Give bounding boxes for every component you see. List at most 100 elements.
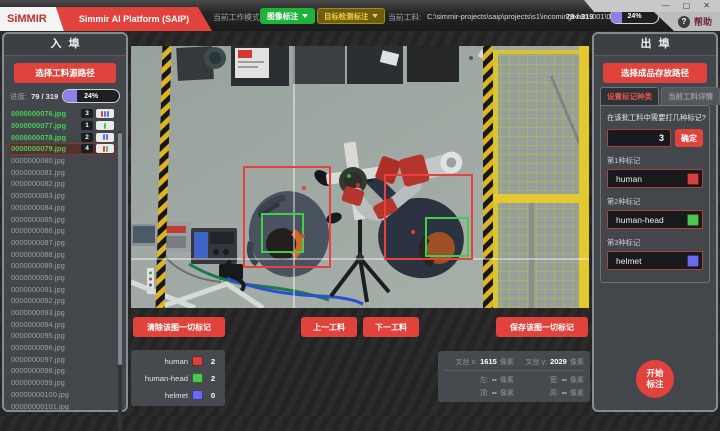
file-name: 00000000101.jpg — [11, 402, 114, 410]
image-canvas[interactable] — [131, 46, 589, 308]
file-list-item[interactable]: 0000000099.jpg — [9, 377, 116, 389]
file-name: 0000000093.jpg — [11, 308, 114, 317]
file-name: 0000000087.jpg — [11, 238, 114, 247]
maximize-button[interactable]: ▢ — [683, 0, 691, 12]
file-list-item[interactable]: 00000000100.jpg — [9, 389, 116, 401]
mark-count-input[interactable] — [607, 129, 671, 147]
file-list-item[interactable]: 0000000087.jpg — [9, 237, 116, 249]
file-list-item[interactable]: 0000000097.jpg — [9, 353, 116, 365]
mark-name-input[interactable] — [614, 214, 684, 226]
mark-type-item: 第3种标记 — [607, 238, 703, 270]
minimize-button[interactable]: — — [662, 0, 670, 12]
file-list-item[interactable]: 0000000080.jpg — [9, 155, 116, 167]
file-list-item[interactable]: 00000000101.jpg — [9, 400, 116, 410]
annotation-color-indicator — [96, 144, 114, 153]
file-list-item[interactable]: 0000000095.jpg — [9, 330, 116, 342]
confirm-button[interactable]: 确定 — [675, 129, 703, 147]
coordinates-panel: 叉丝 x: 1615 像素 叉丝 y: 2029 像素 左: -- 像素 宽: … — [438, 351, 590, 402]
mark-color-swatch[interactable] — [687, 255, 699, 267]
file-list-item[interactable]: 0000000076.jpg 3 — [9, 108, 116, 120]
tab-set-mark-types[interactable]: 设置标记种类 — [600, 87, 659, 105]
file-list-item[interactable]: 0000000079.jpg 4 — [9, 143, 116, 155]
progress-percent: 24% — [63, 90, 119, 102]
file-list-item[interactable]: 0000000078.jpg 2 — [9, 131, 116, 143]
mark-type-list: 第1种标记 第2种标记 第3种标记 — [607, 156, 703, 270]
app-title-banner: Simmir AI Platform (SAIP) — [56, 7, 212, 31]
file-name: 0000000094.jpg — [11, 320, 114, 329]
import-panel: 入埠 选择工料源路径 进度: 79 / 319 24% 0000000076.j… — [2, 32, 128, 412]
mode-image-annotation-dropdown[interactable]: 图像标注 — [260, 8, 315, 24]
mark-type-item: 第1种标记 — [607, 156, 703, 188]
file-list-item[interactable]: 0000000089.jpg — [9, 260, 116, 272]
file-list-item[interactable]: 0000000096.jpg — [9, 342, 116, 354]
legend-row: human 2 — [137, 355, 219, 367]
file-name: 0000000079.jpg — [11, 144, 78, 153]
clear-all-marks-button[interactable]: 清除该图一切标记 — [133, 317, 225, 337]
file-list-item[interactable]: 0000000086.jpg — [9, 225, 116, 237]
coordinate-field: 左: -- 像素 — [444, 375, 514, 385]
mark-color-swatch[interactable] — [687, 214, 699, 226]
file-list-item[interactable]: 0000000085.jpg — [9, 213, 116, 225]
mode-object-detection-dropdown[interactable]: 目标检测标注 — [317, 8, 385, 24]
coordinate-field: 叉丝 x: 1615 像素 — [444, 357, 514, 367]
start-annotation-button[interactable]: 开始标注 — [636, 360, 674, 398]
file-name: 0000000089.jpg — [11, 261, 114, 270]
mark-name-input[interactable] — [614, 173, 684, 185]
file-list-item[interactable]: 0000000090.jpg — [9, 272, 116, 284]
annotation-legend: human 2 human-head 2 helmet 0 — [131, 350, 225, 406]
mark-color-swatch[interactable] — [687, 173, 699, 185]
save-all-marks-button[interactable]: 保存该图一切标记 — [496, 317, 588, 337]
mark-name-input[interactable] — [614, 255, 684, 267]
file-name: 0000000080.jpg — [11, 156, 114, 165]
tab-current-item-details[interactable]: 当前工料详情 — [661, 87, 720, 105]
file-list-item[interactable]: 0000000082.jpg — [9, 178, 116, 190]
legend-color-swatch — [192, 390, 203, 400]
import-progress-row: 进度: 79 / 319 24% — [4, 89, 126, 103]
coordinate-field: 叉丝 y: 2029 像素 — [514, 357, 584, 367]
file-list-scrollbar[interactable] — [118, 131, 122, 431]
file-list-item[interactable]: 0000000081.jpg — [9, 166, 116, 178]
file-list-item[interactable]: 0000000088.jpg — [9, 248, 116, 260]
chevron-down-icon — [302, 14, 308, 18]
file-name: 0000000076.jpg — [11, 109, 78, 118]
next-item-button[interactable]: 下一工料 — [363, 317, 419, 337]
annotation-count-badge: 4 — [81, 144, 93, 153]
file-name: 0000000090.jpg — [11, 273, 114, 282]
file-list-item[interactable]: 0000000098.jpg — [9, 365, 116, 377]
app-logo: SiMMIR — [0, 7, 64, 31]
file-list-item[interactable]: 0000000077.jpg 1 — [9, 120, 116, 132]
mark-count-question: 在该批工料中需要打几种标记? — [607, 113, 703, 123]
legend-color-swatch — [192, 373, 203, 383]
box-coords-row-1: 左: -- 像素 宽: -- 像素 — [444, 373, 584, 386]
close-button[interactable]: ✕ — [703, 0, 710, 12]
file-list-item[interactable]: 0000000094.jpg — [9, 318, 116, 330]
file-name: 0000000086.jpg — [11, 226, 114, 235]
file-name: 0000000088.jpg — [11, 250, 114, 259]
mark-name-field — [607, 251, 703, 270]
previous-item-button[interactable]: 上一工料 — [301, 317, 357, 337]
mark-type-label: 第2种标记 — [607, 197, 703, 207]
chevron-down-icon — [372, 14, 378, 18]
import-progress-bar: 24% — [62, 89, 120, 103]
window-chrome: — ▢ ✕ — [572, 0, 720, 12]
work-mode-label: 当前工作模式: — [213, 12, 262, 23]
file-list-item[interactable]: 0000000092.jpg — [9, 295, 116, 307]
choose-source-path-button[interactable]: 选择工料源路径 — [14, 63, 116, 83]
file-name: 0000000077.jpg — [11, 121, 78, 130]
import-panel-title: 入埠 — [4, 34, 126, 56]
file-list-item[interactable]: 0000000093.jpg — [9, 307, 116, 319]
file-list-item[interactable]: 0000000084.jpg — [9, 202, 116, 214]
legend-row: helmet 0 — [137, 389, 219, 401]
coordinate-field: 宽: -- 像素 — [514, 375, 584, 385]
legend-count: 0 — [207, 391, 219, 400]
file-list-item[interactable]: 0000000091.jpg — [9, 283, 116, 295]
current-file-label: 当前工料: — [388, 12, 421, 23]
divider — [444, 370, 584, 371]
choose-output-path-button[interactable]: 选择成品存放路径 — [603, 63, 707, 83]
scrollbar-thumb[interactable] — [118, 133, 122, 365]
annotation-count-badge: 2 — [81, 133, 93, 142]
file-list-item[interactable]: 0000000083.jpg — [9, 190, 116, 202]
file-name: 0000000082.jpg — [11, 179, 114, 188]
mark-count-row: 确定 — [607, 129, 703, 147]
export-panel: 出埠 选择成品存放路径 设置标记种类 当前工料详情 在该批工料中需要打几种标记?… — [592, 32, 718, 412]
